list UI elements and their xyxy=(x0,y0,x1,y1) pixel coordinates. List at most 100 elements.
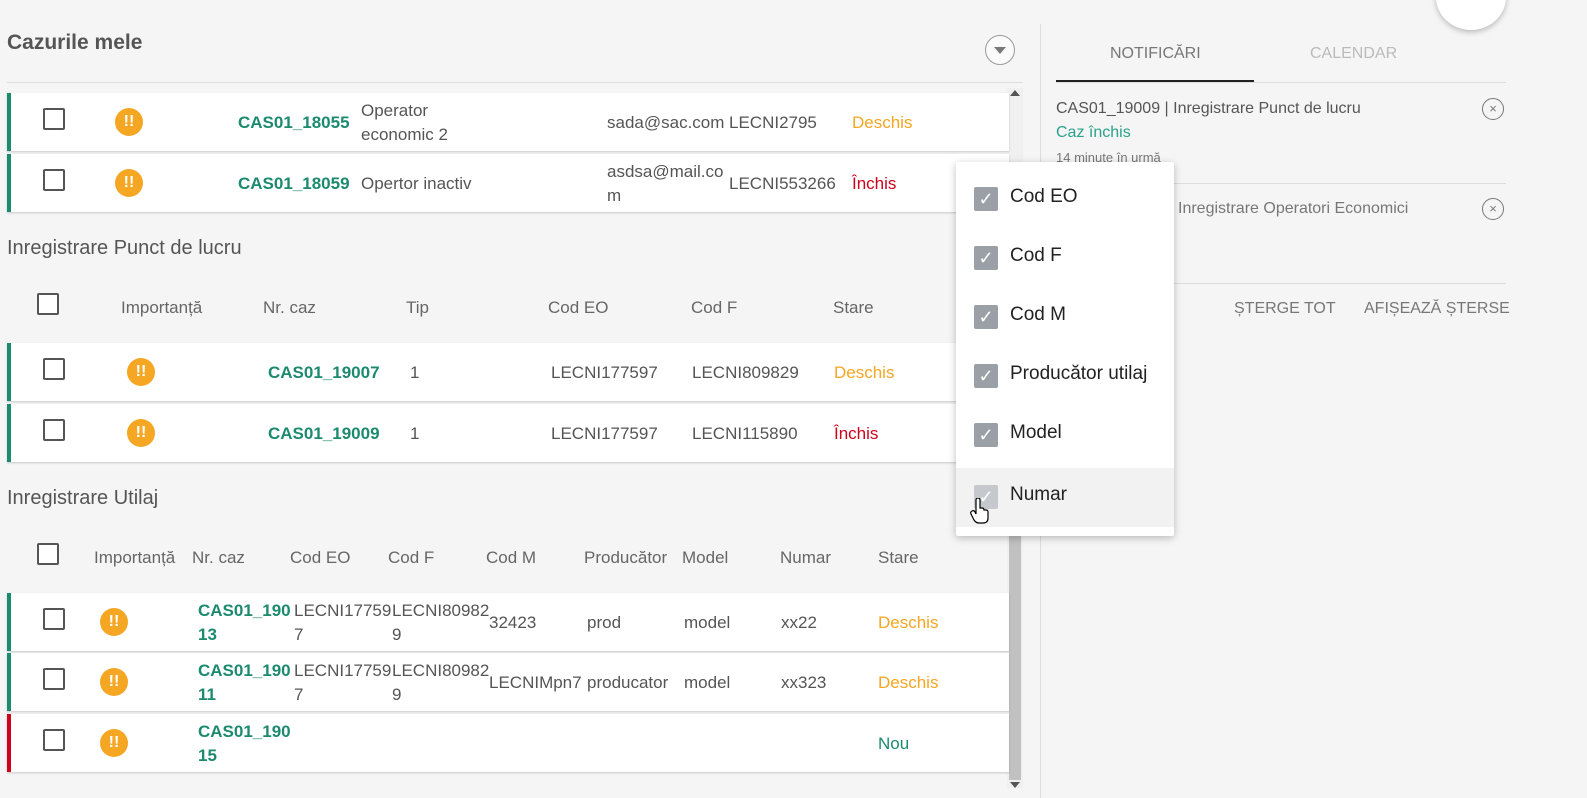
row-checkbox[interactable] xyxy=(43,668,65,690)
status-badge: Deschis xyxy=(878,673,939,692)
close-icon[interactable]: × xyxy=(1482,98,1504,120)
type: 1 xyxy=(410,424,420,443)
status-badge: Nou xyxy=(878,734,910,753)
column-header-case[interactable]: Nr. caz xyxy=(192,548,245,568)
row-checkbox[interactable] xyxy=(43,729,65,751)
case-number-link[interactable]: CAS01_19009 xyxy=(268,422,380,446)
tab-notifications[interactable]: NOTIFICĂRI xyxy=(1110,45,1201,63)
column-header-f[interactable]: Cod F xyxy=(691,298,737,318)
table-row[interactable]: !! CAS01_19007 1 LECNI177597 LECNI809829… xyxy=(7,343,1009,401)
notification-item[interactable]: CAS01_19009 | Inregistrare Punct de lucr… xyxy=(1056,98,1506,166)
email: sada@sac.com xyxy=(607,113,725,132)
column-header-eo[interactable]: Cod EO xyxy=(290,548,350,568)
select-all-checkbox[interactable] xyxy=(37,293,59,315)
code-eo: LECNI177597 xyxy=(551,363,658,382)
case-number-link[interactable]: CAS01_18055 xyxy=(238,111,350,135)
status-badge: Închis xyxy=(834,424,879,443)
case-number-link[interactable]: CAS01_190 15 xyxy=(198,720,291,768)
divider xyxy=(7,82,1023,83)
menu-item-label: Model xyxy=(1010,422,1062,443)
collapse-button[interactable] xyxy=(985,35,1015,65)
fab-button[interactable] xyxy=(1436,0,1506,30)
checkbox-checked-icon[interactable]: ✓ xyxy=(974,364,998,388)
row-checkbox[interactable] xyxy=(43,358,65,380)
code: LECNI553266 xyxy=(729,174,836,193)
table-row[interactable]: !! CAS01_190 11 LECNI17759 7 LECNI80982 9 L… xyxy=(7,653,1009,711)
menu-item-label: Cod M xyxy=(1010,304,1066,325)
clear-all-button[interactable]: ȘTERGE TOT xyxy=(1234,300,1336,318)
checkbox-checked-icon[interactable]: ✓ xyxy=(974,305,998,329)
column-header-status[interactable]: Stare xyxy=(833,298,874,318)
status-badge: Deschis xyxy=(834,363,895,382)
status-badge: Închis xyxy=(852,174,897,193)
warning-icon: !! xyxy=(127,419,155,447)
code-eo: LECNI177597 xyxy=(551,424,658,443)
show-deleted-button[interactable]: AFIȘEAZĂ ȘTERSE xyxy=(1364,300,1510,318)
table-row[interactable]: !! CAS01_19009 1 LECNI177597 LECNI115890… xyxy=(7,404,1009,462)
model: model xyxy=(684,613,731,632)
scroll-up-arrow[interactable] xyxy=(1010,90,1020,96)
menu-item-label: Cod F xyxy=(1010,245,1062,266)
case-number-link[interactable]: CAS01_190 11 xyxy=(198,659,291,707)
row-checkbox[interactable] xyxy=(43,169,65,191)
warning-icon: !! xyxy=(100,668,128,696)
row-checkbox[interactable] xyxy=(43,108,65,130)
number: xx323 xyxy=(781,673,827,692)
tabs-divider xyxy=(1056,82,1506,83)
table-row[interactable]: !! CAS01_190 13 LECNI17759 7 LECNI80982 9 3… xyxy=(7,593,1009,651)
column-header-number[interactable]: Numar xyxy=(780,548,831,568)
column-header-f[interactable]: Cod F xyxy=(388,548,434,568)
code: LECNI2795 xyxy=(729,113,817,132)
menu-item-label: Producător utilaj xyxy=(1010,363,1148,384)
code-f: LECNI809829 xyxy=(692,363,799,382)
code-f: LECNI115890 xyxy=(692,424,798,443)
type: 1 xyxy=(410,363,420,382)
case-number-link[interactable]: CAS01_19007 xyxy=(268,361,380,385)
menu-item-cod-f[interactable]: ✓ Cod F xyxy=(956,229,1174,288)
scroll-down-arrow[interactable] xyxy=(1010,782,1020,788)
table-row[interactable]: !! CAS01_190 15 Nou xyxy=(7,714,1009,772)
column-header-eo[interactable]: Cod EO xyxy=(548,298,608,318)
chevron-down-icon xyxy=(994,47,1006,54)
select-all-checkbox[interactable] xyxy=(37,543,59,565)
warning-icon: !! xyxy=(115,108,143,136)
column-header-importance[interactable]: Importanță xyxy=(94,548,175,568)
checkbox-checked-icon[interactable]: ✓ xyxy=(974,187,998,211)
column-header-model[interactable]: Model xyxy=(682,548,728,568)
operator-name: Operator economic 2 xyxy=(361,101,448,144)
warning-icon: !! xyxy=(127,358,155,386)
column-header-case[interactable]: Nr. caz xyxy=(263,298,316,318)
checkbox-checked-icon[interactable]: ✓ xyxy=(974,246,998,270)
notification-title: Inregistrare Operatori Economici xyxy=(1178,200,1409,217)
warning-icon: !! xyxy=(100,729,128,757)
code-f: LECNI809829 xyxy=(392,661,490,704)
hand-cursor-icon xyxy=(970,498,989,524)
column-chooser-menu[interactable]: ✓ Cod EO ✓ Cod F ✓ Cod M ✓ Producător ut… xyxy=(956,162,1174,536)
section-title: Inregistrare Punct de lucru xyxy=(7,237,242,259)
code-eo: LECNI177597 xyxy=(294,661,392,704)
column-header-producer[interactable]: Producător xyxy=(584,548,667,568)
row-checkbox[interactable] xyxy=(43,608,65,630)
producer: producator xyxy=(587,673,669,692)
menu-item-producator[interactable]: ✓ Producător utilaj xyxy=(956,347,1174,406)
operator-name: Opertor inactiv xyxy=(361,174,472,193)
table-row[interactable]: !! CAS01_18059 Opertor inactiv asdsa@mai… xyxy=(7,154,1009,212)
menu-item-model[interactable]: ✓ Model xyxy=(956,406,1174,465)
case-number-link[interactable]: CAS01_18059 xyxy=(238,172,350,196)
menu-item-cod-eo[interactable]: ✓ Cod EO xyxy=(956,170,1174,229)
table-row[interactable]: !! CAS01_18055 Operator economic 2 sada@… xyxy=(7,93,1009,151)
column-header-type[interactable]: Tip xyxy=(406,298,429,318)
producer: prod xyxy=(587,613,622,632)
case-number-link[interactable]: CAS01_190 13 xyxy=(198,599,291,647)
code-m: LECNIMpn7 xyxy=(489,673,582,692)
column-header-status[interactable]: Stare xyxy=(878,548,919,568)
row-checkbox[interactable] xyxy=(43,419,65,441)
tab-calendar[interactable]: CALENDAR xyxy=(1310,45,1397,63)
checkbox-checked-icon[interactable]: ✓ xyxy=(974,423,998,447)
page-title: Cazurile mele xyxy=(7,31,143,54)
column-header-m[interactable]: Cod M xyxy=(486,548,536,568)
close-icon[interactable]: × xyxy=(1482,198,1504,220)
code-f: LECNI809829 xyxy=(392,601,490,644)
column-header-importance[interactable]: Importanță xyxy=(121,298,202,318)
menu-item-cod-m[interactable]: ✓ Cod M xyxy=(956,288,1174,347)
